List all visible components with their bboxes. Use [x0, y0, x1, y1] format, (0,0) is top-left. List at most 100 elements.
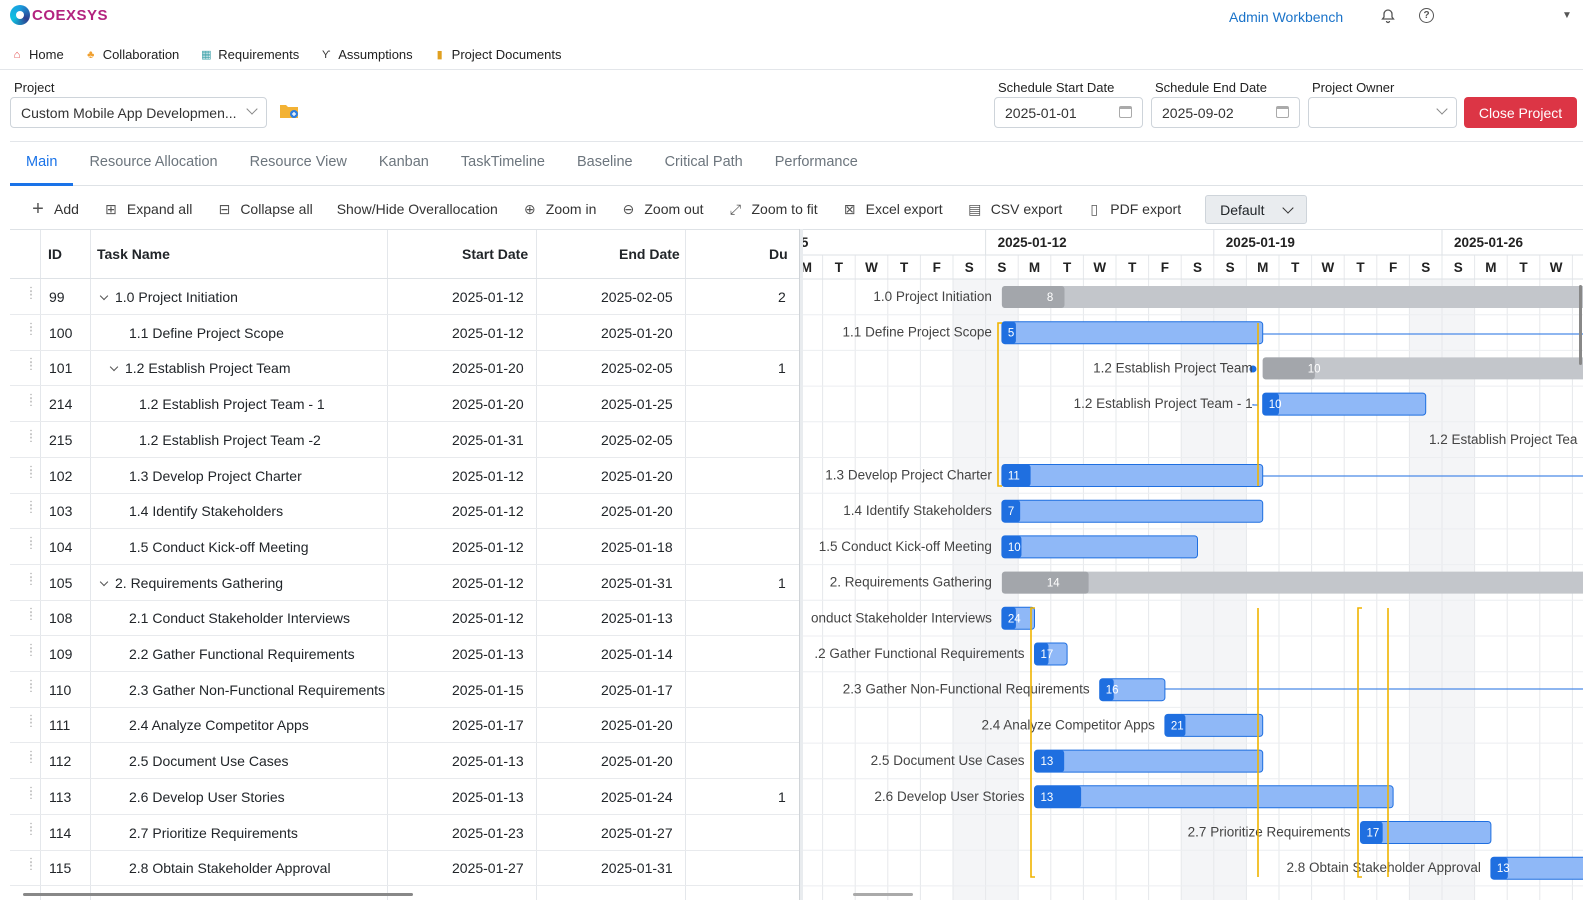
task-bar[interactable] — [1034, 785, 1394, 809]
header-duration[interactable]: Du — [769, 246, 788, 262]
chevron-down-icon[interactable] — [109, 363, 119, 372]
add-button[interactable]: + Add — [30, 198, 79, 220]
collapse-all-button[interactable]: ⊟ Collapse all — [216, 201, 312, 218]
cell-task-name[interactable]: 1.5 Conduct Kick-off Meeting — [129, 539, 309, 555]
drag-handle-icon[interactable]: ⋮ ⋮ — [26, 536, 36, 554]
nav-item-requirements[interactable]: ▦ Requirements — [199, 47, 299, 62]
table-row[interactable]: ⋮ ⋮ 110 2.3 Gather Non-Functional Requireme… — [10, 672, 800, 708]
cell-task-name[interactable]: 1.1 Define Project Scope — [129, 325, 284, 341]
drag-handle-icon[interactable]: ⋮ ⋮ — [26, 786, 36, 804]
admin-workbench-link[interactable]: Admin Workbench — [1229, 9, 1343, 25]
task-bar[interactable] — [1001, 499, 1264, 523]
drag-handle-icon[interactable]: ⋮ ⋮ — [26, 501, 36, 518]
table-row[interactable]: ⋮ ⋮ 100 1.1 Define Project Scope 2025-01-12 2… — [10, 315, 800, 351]
folder-icon[interactable] — [279, 103, 299, 119]
chevron-down-icon[interactable] — [99, 291, 109, 301]
cell-task-name[interactable]: 2.5 Document Use Cases — [129, 753, 289, 769]
nav-item-home[interactable]: ⌂ Home — [10, 47, 64, 62]
calendar-icon[interactable] — [1119, 106, 1132, 118]
drag-handle-icon[interactable]: ⋮ ⋮ — [26, 287, 36, 304]
tab-main[interactable]: Main — [10, 142, 74, 186]
nav-item-assumptions[interactable]: Ƴ Assumptions — [319, 47, 413, 62]
table-row[interactable]: ⋮ ⋮ 101 1.2 Establish Project Team 2025-01-2… — [10, 350, 800, 387]
chevron-down-icon[interactable]: ▼ — [1559, 8, 1575, 24]
expand-all-button[interactable]: ⊞ Expand all — [103, 201, 192, 218]
table-row[interactable]: ⋮ ⋮ 113 2.6 Develop User Stories 2025-01-13 2… — [10, 779, 800, 815]
cell-task-name[interactable]: 2.8 Obtain Stakeholder Approval — [129, 860, 331, 876]
drag-handle-icon[interactable]: ⋮ ⋮ — [26, 322, 36, 340]
table-row[interactable]: ⋮ ⋮ 215 1.2 Establish Project Team -2 2025-0… — [10, 422, 800, 458]
table-row[interactable]: ⋮ ⋮ 115 2.8 Obtain Stakeholder Approval 2025… — [10, 850, 800, 887]
header-task-name[interactable]: Task Name — [97, 246, 170, 262]
project-select[interactable]: Custom Mobile App Developmen... — [10, 97, 267, 128]
cell-task-name[interactable]: 1.2 Establish Project Team -2 — [139, 432, 321, 448]
pdf-export-button[interactable]: ▯ PDF export — [1086, 201, 1181, 218]
tab-baseline[interactable]: Baseline — [561, 142, 649, 186]
cell-task-name[interactable]: 1.0 Project Initiation — [99, 289, 238, 305]
cell-task-name[interactable]: 2.1 Conduct Stakeholder Interviews — [129, 610, 350, 626]
cell-task-name[interactable]: 2.6 Develop User Stories — [129, 789, 285, 805]
drag-handle-icon[interactable]: ⋮ ⋮ — [26, 751, 36, 768]
project-owner-select[interactable] — [1308, 97, 1457, 128]
tab-critical-path[interactable]: Critical Path — [649, 142, 759, 186]
drag-handle-icon[interactable]: ⋮ ⋮ — [26, 715, 36, 732]
header-end-date[interactable]: End Date — [619, 246, 680, 262]
header-start-date[interactable]: Start Date — [462, 246, 528, 262]
zoom-to-fit-button[interactable]: ⤢ Zoom to fit — [728, 201, 818, 218]
chart-horizontal-scrollbar[interactable] — [853, 893, 913, 896]
summary-bar[interactable] — [1001, 286, 1583, 308]
bell-icon[interactable] — [1380, 8, 1396, 24]
zoom-in-button[interactable]: ⊕ Zoom in — [522, 201, 596, 218]
cell-task-name[interactable]: 2.4 Analyze Competitor Apps — [129, 717, 309, 733]
cell-task-name[interactable]: 1.4 Identify Stakeholders — [129, 503, 283, 519]
help-icon[interactable]: ? — [1419, 8, 1434, 23]
drag-handle-icon[interactable]: ⋮ ⋮ — [26, 608, 36, 625]
logo[interactable]: COEXSYS — [10, 5, 108, 25]
table-row[interactable]: ⋮ ⋮ 108 2.1 Conduct Stakeholder Interviews 2… — [10, 600, 800, 637]
table-row[interactable]: ⋮ ⋮ 105 2. Requirements Gathering 2025-01-12… — [10, 565, 800, 601]
chevron-down-icon[interactable] — [99, 577, 109, 586]
close-project-button[interactable]: Close Project — [1464, 97, 1577, 128]
task-bar[interactable] — [1262, 392, 1427, 416]
table-row[interactable]: ⋮ ⋮ 109 2.2 Gather Functional Requirements 2… — [10, 636, 800, 672]
cell-task-name[interactable]: 1.2 Establish Project Team - 1 — [139, 396, 325, 412]
zoom-out-button[interactable]: ⊖ Zoom out — [620, 201, 703, 218]
tab-kanban[interactable]: Kanban — [363, 142, 445, 186]
drag-handle-icon[interactable]: ⋮ ⋮ — [26, 572, 36, 590]
task-bar[interactable] — [1001, 321, 1264, 345]
table-row[interactable]: ⋮ ⋮ 112 2.5 Document Use Cases 2025-01-13 202… — [10, 743, 800, 780]
header-id[interactable]: ID — [48, 246, 62, 262]
schedule-end-input[interactable]: 2025-09-02 — [1151, 97, 1300, 128]
drag-handle-icon[interactable]: ⋮ ⋮ — [26, 394, 36, 411]
drag-handle-icon[interactable]: ⋮ ⋮ — [26, 822, 36, 840]
task-bar[interactable] — [1034, 749, 1264, 773]
nav-item-collaboration[interactable]: ♣ Collaboration — [84, 47, 179, 62]
table-row[interactable]: ⋮ ⋮ 103 1.4 Identify Stakeholders 2025-01-12… — [10, 493, 800, 530]
view-select[interactable]: Default — [1205, 194, 1308, 224]
tab-tasktimeline[interactable]: TaskTimeline — [445, 142, 561, 186]
table-row[interactable]: ⋮ ⋮ 99 1.0 Project Initiation 2025-01-12 2025… — [10, 279, 800, 315]
drag-handle-icon[interactable]: ⋮ ⋮ — [26, 679, 36, 697]
excel-export-button[interactable]: ⊠ Excel export — [842, 201, 943, 218]
csv-export-button[interactable]: ▤ CSV export — [967, 201, 1062, 218]
schedule-start-input[interactable]: 2025-01-01 — [994, 97, 1143, 128]
cell-task-name[interactable]: 2.7 Prioritize Requirements — [129, 825, 298, 841]
drag-handle-icon[interactable]: ⋮ ⋮ — [26, 644, 36, 661]
nav-item-project-documents[interactable]: ▮ Project Documents — [433, 47, 562, 62]
calendar-icon[interactable] — [1276, 106, 1289, 118]
cell-task-name[interactable]: 2. Requirements Gathering — [99, 575, 283, 591]
grid-horizontal-scrollbar[interactable] — [23, 893, 413, 896]
drag-handle-icon[interactable]: ⋮ ⋮ — [26, 429, 36, 447]
table-row[interactable]: ⋮ ⋮ 102 1.3 Develop Project Charter 2025-01-… — [10, 458, 800, 494]
show-hide-overallocation-button[interactable]: Show/Hide Overallocation — [337, 201, 498, 217]
drag-handle-icon[interactable]: ⋮ ⋮ — [26, 358, 36, 375]
cell-task-name[interactable]: 2.2 Gather Functional Requirements — [129, 646, 355, 662]
table-row[interactable]: ⋮ ⋮ 104 1.5 Conduct Kick-off Meeting 2025-01… — [10, 529, 800, 565]
drag-handle-icon[interactable]: ⋮ ⋮ — [26, 858, 36, 875]
task-bar[interactable] — [1001, 464, 1264, 487]
summary-bar[interactable] — [1001, 571, 1583, 594]
drag-handle-icon[interactable]: ⋮ ⋮ — [26, 465, 36, 483]
tab-performance[interactable]: Performance — [759, 142, 874, 186]
tab-resource-view[interactable]: Resource View — [234, 142, 363, 186]
cell-task-name[interactable]: 1.2 Establish Project Team — [109, 360, 291, 376]
